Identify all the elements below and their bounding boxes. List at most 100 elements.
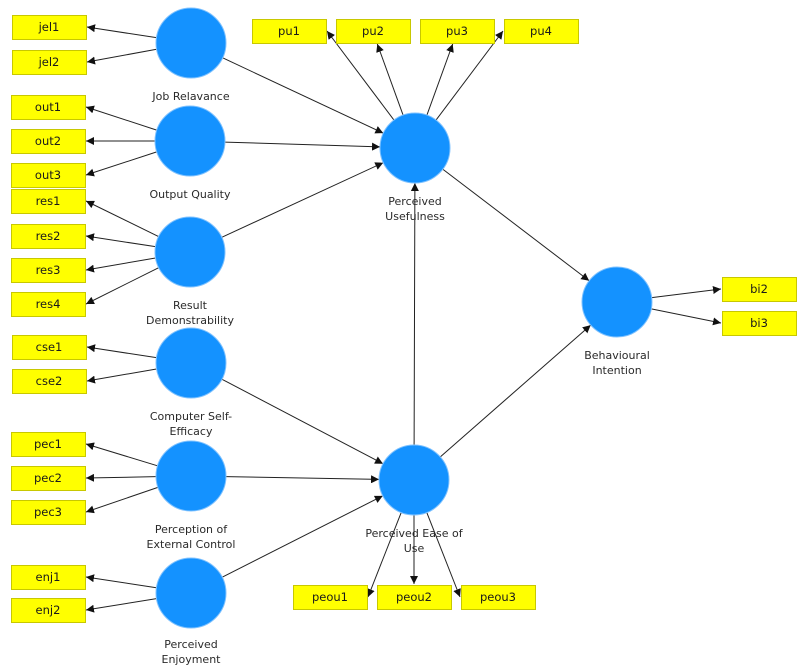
indicator-label: res4 — [36, 297, 61, 311]
indicator-peou2[interactable]: peou2 — [377, 585, 452, 610]
loading-arrow-pu4 — [435, 30, 504, 121]
loading-arrow-peou3 — [426, 512, 461, 598]
construct-label: Perception of — [155, 523, 228, 536]
loading-arrow-jel2 — [86, 48, 157, 65]
construct-label: Output Quality — [149, 188, 231, 201]
construct-cse[interactable]: Computer Self- Efficacy — [150, 327, 232, 438]
loading-arrow-out3 — [85, 151, 157, 177]
construct-label: Behavioural — [584, 349, 650, 362]
construct-circle[interactable] — [581, 266, 653, 338]
indicator-label: jel2 — [38, 55, 60, 69]
construct-label: Perceived Ease of — [365, 527, 463, 540]
construct-label: Computer Self- — [150, 410, 232, 423]
indicator-label: pec2 — [34, 471, 62, 485]
construct-label: Use — [404, 542, 425, 555]
indicator-res2[interactable]: res2 — [11, 224, 86, 249]
indicator-jel1[interactable]: jel1 — [12, 15, 87, 40]
construct-bi[interactable]: Behavioural Intention — [581, 266, 653, 377]
construct-pec[interactable]: Perception of External Control — [147, 440, 236, 551]
indicator-pec3[interactable]: pec3 — [11, 500, 86, 525]
path-arrow-jr-to-pu — [222, 57, 384, 134]
indicator-bi2[interactable]: bi2 — [722, 277, 797, 302]
construct-jr[interactable]: Job Relavance — [151, 7, 230, 103]
indicator-peou1[interactable]: peou1 — [293, 585, 368, 610]
loading-arrow-res1 — [85, 200, 159, 238]
indicator-out1[interactable]: out1 — [11, 95, 86, 120]
indicator-pec1[interactable]: pec1 — [11, 432, 86, 457]
indicator-label: res1 — [36, 194, 61, 208]
indicator-cse2[interactable]: cse2 — [12, 369, 87, 394]
loading-arrow-pec2 — [85, 473, 157, 482]
loading-arrow-res3 — [85, 257, 156, 273]
indicator-res4[interactable]: res4 — [11, 292, 86, 317]
construct-circle[interactable] — [155, 557, 227, 629]
indicator-pu2[interactable]: pu2 — [336, 19, 411, 44]
path-arrow-oq-to-pu — [224, 141, 381, 151]
indicator-label: out3 — [35, 168, 61, 182]
path-arrow-rd-to-pu — [221, 162, 384, 238]
indicator-label: pu2 — [362, 24, 384, 38]
indicator-pu1[interactable]: pu1 — [252, 19, 327, 44]
indicator-label: pu4 — [530, 24, 552, 38]
indicator-pec2[interactable]: pec2 — [11, 466, 86, 491]
indicator-label: pu3 — [446, 24, 468, 38]
path-arrow-enj-to-peou — [221, 495, 384, 578]
indicator-label: bi2 — [750, 282, 768, 296]
loading-arrow-res4 — [85, 267, 159, 305]
indicator-label: jel1 — [38, 20, 60, 34]
sem-path-diagram: jel1 jel2 out1 out2 out3 res1 res2 res3 res4 cse1… — [11, 7, 797, 666]
construct-circle[interactable] — [155, 327, 227, 399]
construct-rd[interactable]: Result Demonstrability — [146, 216, 234, 327]
indicator-label: cse1 — [36, 340, 63, 354]
construct-circle[interactable] — [378, 444, 450, 516]
loading-arrow-pu1 — [326, 30, 395, 121]
loading-arrow-bi2 — [651, 286, 722, 299]
indicator-out3[interactable]: out3 — [11, 163, 86, 188]
indicator-label: pec3 — [34, 505, 62, 519]
construct-circle[interactable] — [155, 7, 227, 79]
path-arrow-pu-to-bi — [442, 168, 590, 282]
construct-label: Result — [173, 299, 208, 312]
indicator-out2[interactable]: out2 — [11, 129, 86, 154]
indicator-enj1[interactable]: enj1 — [11, 565, 86, 590]
indicator-pu3[interactable]: pu3 — [420, 19, 495, 44]
path-arrow-peou-to-bi — [439, 324, 592, 458]
indicator-label: bi3 — [750, 316, 768, 330]
indicator-label: peou3 — [480, 590, 516, 604]
loading-arrow-pu2 — [376, 43, 404, 116]
construct-label: Perceived — [164, 638, 217, 651]
construct-circle[interactable] — [379, 112, 451, 184]
indicator-cse1[interactable]: cse1 — [12, 335, 87, 360]
construct-circle[interactable] — [155, 440, 227, 512]
loading-arrow-res2 — [85, 233, 156, 248]
indicator-enj2[interactable]: enj2 — [11, 598, 86, 623]
path-arrow-cse-to-peou — [221, 378, 384, 465]
construct-pu[interactable]: Perceived Usefulness — [379, 112, 451, 223]
loading-arrow-enj2 — [85, 598, 157, 613]
indicator-jel2[interactable]: jel2 — [12, 50, 87, 75]
indicator-label: res2 — [36, 229, 61, 243]
indicator-label: peou1 — [312, 590, 348, 604]
construct-oq[interactable]: Output Quality — [149, 105, 231, 201]
loading-arrow-cse1 — [86, 344, 157, 359]
indicator-bi3[interactable]: bi3 — [722, 311, 797, 336]
construct-circle[interactable] — [154, 216, 226, 288]
construct-circle[interactable] — [154, 105, 226, 177]
indicator-peou3[interactable]: peou3 — [461, 585, 536, 610]
loading-arrow-peou1 — [367, 512, 402, 598]
loading-arrow-pec3 — [85, 486, 159, 514]
indicator-label: pec1 — [34, 437, 62, 451]
construct-label: Efficacy — [170, 425, 213, 438]
construct-enj[interactable]: Perceived Enjoyment — [155, 557, 227, 666]
loading-arrow-bi3 — [651, 308, 722, 326]
loading-arrow-cse2 — [86, 368, 157, 384]
loading-arrow-pec1 — [85, 442, 158, 467]
construct-peou[interactable]: Perceived Ease of Use — [365, 444, 464, 555]
indicator-res3[interactable]: res3 — [11, 258, 86, 283]
construct-label: Usefulness — [385, 210, 445, 223]
construct-label: Enjoyment — [162, 653, 222, 666]
path-arrow-pec-to-peou — [225, 475, 380, 484]
indicator-res1[interactable]: res1 — [11, 189, 86, 214]
construct-label: Job Relavance — [151, 90, 229, 103]
indicator-pu4[interactable]: pu4 — [504, 19, 579, 44]
